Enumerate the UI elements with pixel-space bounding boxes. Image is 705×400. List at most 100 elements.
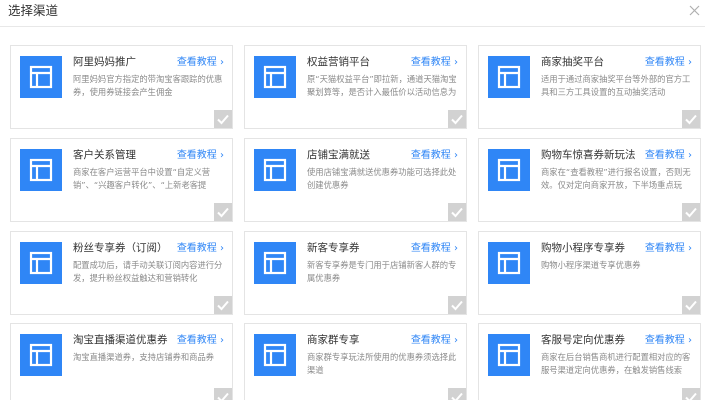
chevron-right-icon: › (684, 150, 692, 161)
channel-card-title: 客户关系管理 (73, 149, 136, 161)
checkmark-icon[interactable] (448, 110, 466, 128)
close-icon[interactable] (685, 1, 705, 21)
checkmark-icon[interactable] (682, 388, 700, 400)
layout-icon (20, 56, 62, 98)
channel-card-description: 商家在客户运营平台中设置“自定义营销”、“兴趣客户转化”、“上新老客提醒”和“优… (73, 167, 211, 190)
view-tutorial-link[interactable]: 查看教程 › (645, 56, 692, 69)
checkmark-icon[interactable] (214, 203, 232, 221)
channel-card[interactable]: 客户关系管理 查看教程 › 商家在客户运营平台中设置“自定义营销”、“兴趣客户转化”… (10, 138, 233, 222)
chevron-right-icon: › (450, 57, 458, 68)
layout-icon (20, 149, 62, 191)
channel-card-description: 商家在后台销售商机进行配置相对应的客服号渠道定向优惠券，在触发销售线索 (541, 352, 691, 375)
layout-icon (254, 149, 296, 191)
chevron-right-icon: › (450, 243, 458, 254)
channel-card[interactable]: 店铺宝满就送 查看教程 › 使用店铺宝满就送优惠券功能可选择此处创建优惠券 (244, 138, 467, 222)
channel-card-description: 使用店铺宝满就送优惠券功能可选择此处创建优惠券 (307, 167, 457, 190)
chevron-right-icon: › (216, 57, 224, 68)
chevron-right-icon: › (450, 150, 458, 161)
dialog-title: 选择渠道 (8, 3, 59, 18)
channel-card-title: 店铺宝满就送 (307, 149, 370, 161)
channel-card-title: 购物车惊喜券新玩法 (541, 149, 636, 161)
channel-card[interactable]: 权益营销平台 查看教程 › 原“天猫权益平台”即拉新，通道天猫淘宝聚划算等，是否计入… (244, 45, 467, 129)
checkmark-icon[interactable] (448, 388, 466, 400)
view-tutorial-link[interactable]: 查看教程 › (411, 334, 458, 347)
checkmark-icon[interactable] (682, 203, 700, 221)
chevron-right-icon: › (684, 57, 692, 68)
channel-card[interactable]: 商家抽奖平台 查看教程 › 适用于通过商家抽奖平台等外部的官方工具和三方工具设置的互… (478, 45, 701, 129)
channel-card-description: 阿里妈妈官方指定的带淘宝客跟踪的优惠券，使用券链接会产生佣金 (73, 74, 223, 97)
view-tutorial-label: 查看教程 (410, 150, 451, 161)
view-tutorial-link[interactable]: 查看教程 › (645, 334, 692, 347)
view-tutorial-label: 查看教程 (176, 335, 217, 346)
view-tutorial-link[interactable]: 查看教程 › (177, 242, 224, 255)
channel-card-title: 商家群专享 (307, 334, 360, 346)
channel-card[interactable]: 新客专享券 查看教程 › 新客专享券是专门用于店铺新客人群的专属优惠券 (244, 231, 467, 315)
channel-card-title: 阿里妈妈推广 (73, 56, 136, 68)
view-tutorial-link[interactable]: 查看教程 › (645, 149, 692, 162)
checkmark-icon[interactable] (448, 203, 466, 221)
channel-card-description: 配置成功后，请手动关联订阅内容进行分发，提升粉丝权益触达和营销转化 (73, 260, 223, 283)
layout-icon (254, 56, 296, 98)
channel-card-description: 适用于通过商家抽奖平台等外部的官方工具和三方工具设置的互动抽奖活动 (541, 74, 691, 97)
view-tutorial-link[interactable]: 查看教程 › (411, 149, 458, 162)
channel-card-description: 新客专享券是专门用于店铺新客人群的专属优惠券 (307, 260, 457, 283)
checkmark-icon[interactable] (682, 110, 700, 128)
channel-card-title: 客服号定向优惠券 (541, 334, 625, 346)
view-tutorial-label: 查看教程 (410, 335, 451, 346)
channel-card[interactable]: 商家群专享 查看教程 › 商家群专享玩法所使用的优惠券须选择此渠道 (244, 323, 467, 400)
checkmark-icon[interactable] (682, 296, 700, 314)
channel-card-description: 购物小程序渠道专享优惠券 (541, 260, 641, 270)
dialog-header: 选择渠道 (0, 0, 705, 27)
view-tutorial-link[interactable]: 查看教程 › (411, 242, 458, 255)
chevron-right-icon: › (684, 243, 692, 254)
channel-card-description: 商家群专享玩法所使用的优惠券须选择此渠道 (307, 352, 457, 375)
layout-icon (254, 334, 296, 376)
checkmark-icon[interactable] (214, 388, 232, 400)
view-tutorial-label: 查看教程 (644, 150, 685, 161)
view-tutorial-link[interactable]: 查看教程 › (177, 334, 224, 347)
chevron-right-icon: › (216, 335, 224, 346)
channel-card[interactable]: 粉丝专享券（订阅） 查看教程 › 配置成功后，请手动关联订阅内容进行分发，提升粉丝权… (10, 231, 233, 315)
channel-card-description: 原“天猫权益平台”即拉新，通道天猫淘宝聚划算等，是否计入最低价以活动信息为准 (307, 74, 457, 97)
channel-card-description: 商家在“查看教程”进行报名设置，否则无效。仅对定向商家开放，下半场重点玩法。 (541, 167, 691, 190)
channel-card[interactable]: 阿里妈妈推广 查看教程 › 阿里妈妈官方指定的带淘宝客跟踪的优惠券，使用券链接会产生… (10, 45, 233, 129)
channel-card-title: 权益营销平台 (307, 56, 370, 68)
view-tutorial-link[interactable]: 查看教程 › (645, 242, 692, 255)
chevron-right-icon: › (216, 150, 224, 161)
channel-card[interactable]: 客服号定向优惠券 查看教程 › 商家在后台销售商机进行配置相对应的客服号渠道定向优惠… (478, 323, 701, 400)
layout-icon (488, 334, 530, 376)
channel-card-title: 商家抽奖平台 (541, 56, 604, 68)
channel-card-title: 淘宝直播渠道优惠券 (73, 334, 168, 346)
channel-card[interactable]: 淘宝直播渠道优惠券 查看教程 › 淘宝直播渠道券，支持店铺券和商品券 (10, 323, 233, 400)
channel-card-title: 粉丝专享券（订阅） (73, 242, 168, 254)
view-tutorial-label: 查看教程 (644, 57, 685, 68)
layout-icon (488, 242, 530, 284)
chevron-right-icon: › (450, 335, 458, 346)
view-tutorial-label: 查看教程 (410, 57, 451, 68)
layout-icon (20, 242, 62, 284)
chevron-right-icon: › (216, 243, 224, 254)
layout-icon (488, 149, 530, 191)
channel-card[interactable]: 购物车惊喜券新玩法 查看教程 › 商家在“查看教程”进行报名设置，否则无效。仅对定向… (478, 138, 701, 222)
checkmark-icon[interactable] (448, 296, 466, 314)
layout-icon (20, 334, 62, 376)
select-channel-dialog: 选择渠道 阿里妈妈推广 查看教程 › 阿里妈妈官方指定的带淘宝客跟踪的优惠券，使用券… (0, 0, 705, 400)
channel-card-title: 新客专享券 (307, 242, 360, 254)
view-tutorial-link[interactable]: 查看教程 › (411, 56, 458, 69)
view-tutorial-label: 查看教程 (644, 335, 685, 346)
channel-card[interactable]: 购物小程序专享券 查看教程 › 购物小程序渠道专享优惠券 (478, 231, 701, 315)
channel-card-description: 淘宝直播渠道券，支持店铺券和商品券 (73, 352, 215, 362)
view-tutorial-label: 查看教程 (176, 57, 217, 68)
chevron-right-icon: › (684, 335, 692, 346)
checkmark-icon[interactable] (214, 296, 232, 314)
layout-icon (254, 242, 296, 284)
view-tutorial-label: 查看教程 (644, 243, 685, 254)
view-tutorial-link[interactable]: 查看教程 › (177, 56, 224, 69)
view-tutorial-label: 查看教程 (176, 243, 217, 254)
checkmark-icon[interactable] (214, 110, 232, 128)
view-tutorial-label: 查看教程 (410, 243, 451, 254)
channel-card-title: 购物小程序专享券 (541, 242, 625, 254)
layout-icon (488, 56, 530, 98)
view-tutorial-link[interactable]: 查看教程 › (177, 149, 224, 162)
view-tutorial-label: 查看教程 (176, 150, 217, 161)
